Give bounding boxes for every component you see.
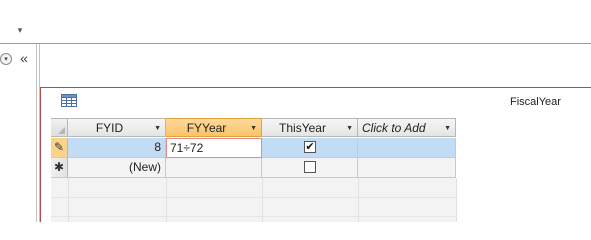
column-header-thisyear[interactable]: ThisYear ▼ bbox=[262, 118, 358, 137]
thisyear-checkbox-unchecked[interactable] bbox=[304, 161, 316, 173]
column-dropdown-icon[interactable]: ▼ bbox=[444, 119, 451, 138]
grid-line bbox=[51, 216, 456, 217]
document-tab-border bbox=[40, 87, 591, 88]
grid-line bbox=[358, 178, 359, 222]
column-header-fyyear[interactable]: FYYear ▼ bbox=[166, 118, 262, 137]
table-tab-title[interactable]: FiscalYear bbox=[510, 96, 580, 108]
column-dropdown-icon[interactable]: ▼ bbox=[154, 119, 161, 138]
table-icon bbox=[61, 94, 77, 107]
thisyear-checkbox-checked[interactable]: ✔ bbox=[304, 141, 316, 153]
cell-click-to-add[interactable] bbox=[358, 138, 456, 158]
nav-collapse-icon[interactable]: « bbox=[17, 50, 31, 66]
nav-expand-icon[interactable]: ▾ bbox=[0, 53, 12, 65]
cell-fyyear-new[interactable] bbox=[166, 158, 262, 178]
grid-line bbox=[51, 197, 456, 198]
access-window: ▾ ▾ « FiscalYear FYID ▼ FYYear ▼ ThisYea… bbox=[0, 0, 591, 222]
column-dropdown-icon[interactable]: ▼ bbox=[250, 119, 257, 138]
column-dropdown-icon[interactable]: ▼ bbox=[346, 119, 353, 138]
column-header-row: FYID ▼ FYYear ▼ ThisYear ▼ Click to Add … bbox=[51, 118, 456, 137]
row-selector-edit-icon[interactable]: ✎ bbox=[51, 138, 68, 158]
column-header-label: FYYear bbox=[186, 121, 227, 135]
cell-thisyear[interactable]: ✔ bbox=[262, 138, 358, 158]
quick-access-dropdown-icon[interactable]: ▾ bbox=[14, 24, 26, 36]
document-left-border bbox=[40, 87, 41, 222]
column-header-click-to-add[interactable]: Click to Add ▼ bbox=[358, 118, 456, 137]
grid-line bbox=[456, 178, 457, 222]
select-all-corner[interactable] bbox=[51, 118, 68, 137]
column-header-label: FYID bbox=[95, 121, 124, 135]
cell-fyid-new[interactable]: (New) bbox=[68, 158, 166, 178]
cell-click-to-add-new[interactable] bbox=[358, 158, 456, 178]
cell-fyyear-input[interactable]: 71÷72 bbox=[166, 138, 262, 158]
navigation-pane bbox=[0, 44, 36, 222]
row-selector-new-icon[interactable]: ✱ bbox=[51, 158, 68, 178]
cell-fyid[interactable]: 8 bbox=[68, 138, 166, 158]
grid-line bbox=[166, 178, 167, 222]
column-header-label: ThisYear bbox=[279, 121, 326, 135]
grid-line bbox=[68, 178, 69, 222]
column-header-fyid[interactable]: FYID ▼ bbox=[68, 118, 166, 137]
table-row-new: ✱ (New) bbox=[51, 158, 456, 178]
table-row: ✎ 8 71÷72 ✔ bbox=[51, 138, 456, 158]
grid-line bbox=[262, 178, 263, 222]
nav-pane-border bbox=[36, 44, 37, 222]
cell-thisyear-new[interactable] bbox=[262, 158, 358, 178]
column-header-label: Click to Add bbox=[362, 121, 426, 135]
